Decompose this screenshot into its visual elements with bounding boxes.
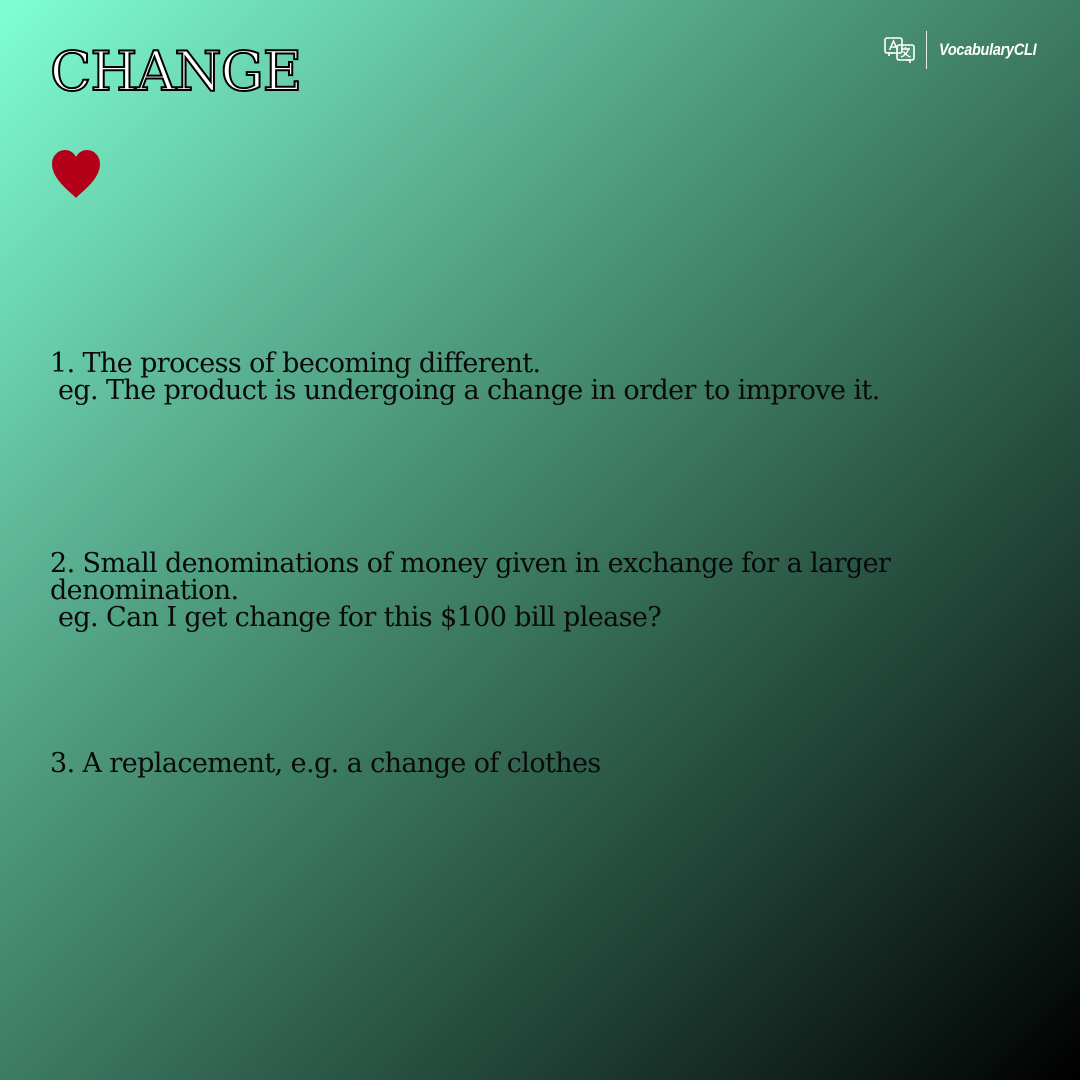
word-title: CHANGE bbox=[49, 40, 303, 103]
brand-logo: VocabularyCLI bbox=[884, 30, 1054, 70]
definition-text: 3. A replacement, e.g. a change of cloth… bbox=[50, 748, 601, 779]
brand-divider bbox=[926, 31, 928, 69]
definition-text: 2. Small denominations of money given in… bbox=[50, 548, 899, 606]
brand-name: VocabularyCLI bbox=[939, 40, 1037, 59]
definition-example: eg. Can I get change for this $100 bill … bbox=[50, 602, 662, 633]
heart-icon[interactable] bbox=[50, 148, 102, 200]
translate-icon bbox=[884, 37, 916, 63]
definition-2: 2. Small denominations of money given in… bbox=[50, 550, 950, 631]
definition-text: 1. The process of becoming different. bbox=[50, 348, 541, 379]
definition-1: 1. The process of becoming different. eg… bbox=[50, 350, 950, 404]
definition-3: 3. A replacement, e.g. a change of cloth… bbox=[50, 750, 950, 777]
definition-example: eg. The product is undergoing a change i… bbox=[50, 375, 880, 406]
